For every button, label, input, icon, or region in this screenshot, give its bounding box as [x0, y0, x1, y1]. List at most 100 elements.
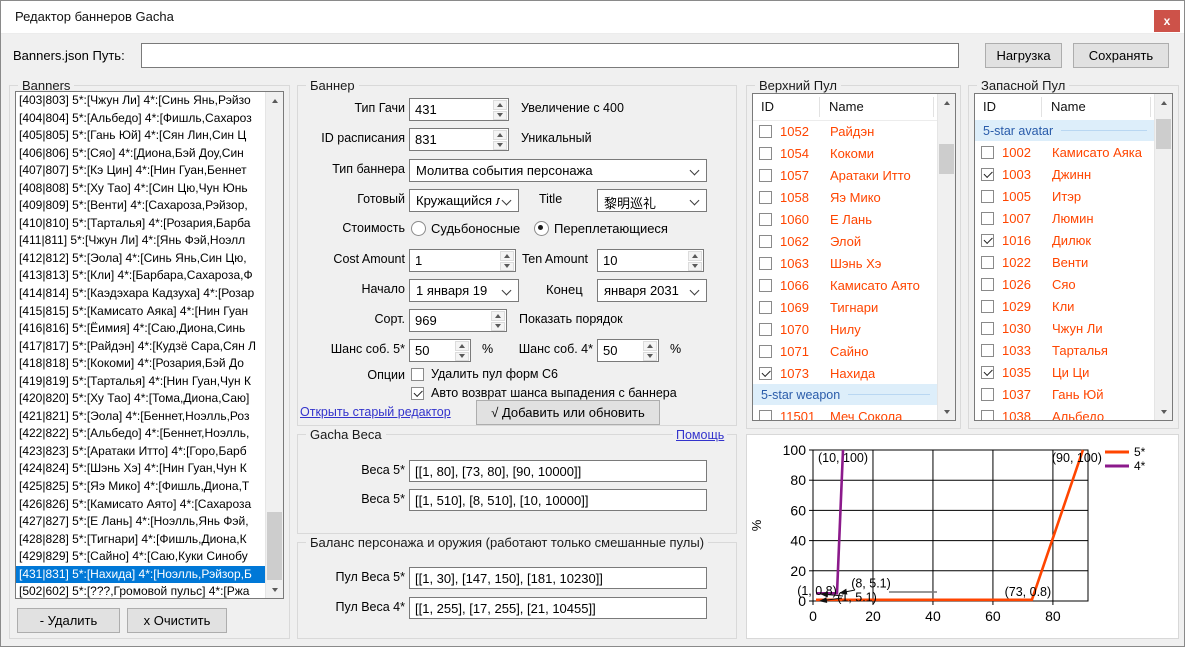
row-checkbox[interactable] [759, 345, 772, 358]
banner-list-item[interactable]: [424|824] 5*:[Шэнь Хэ] 4*:[Нин Гуан,Чун … [16, 460, 266, 478]
banner-list-item[interactable]: [403|803] 5*:[Чжун Ли] 4*:[Синь Янь,Рэйз… [16, 92, 266, 110]
pool-weights5-input[interactable] [409, 567, 707, 589]
pool-row[interactable]: 1002Камисато Аяка [975, 141, 1155, 163]
banner-list-item[interactable]: [415|815] 5*:[Камисато Аяка] 4*:[Нин Гуа… [16, 303, 266, 321]
pool-row[interactable]: 1057Аратаки Итто [753, 164, 938, 186]
banner-list-item[interactable]: [426|826] 5*:[Камисато Аято] 4*:[Сахароз… [16, 496, 266, 514]
column-id[interactable]: ID [761, 99, 774, 114]
row-checkbox[interactable] [981, 300, 994, 313]
prefab-combo[interactable]: Кружащийся л [409, 189, 519, 212]
pool-row[interactable]: 11501Меч Сокола [753, 405, 938, 420]
chance5-spinner[interactable] [409, 339, 471, 362]
banner-list-item[interactable]: [423|823] 5*:[Аратаки Итто] 4*:[Горо,Бар… [16, 443, 266, 461]
pool-row[interactable]: 1035Ци Ци [975, 361, 1155, 383]
spin-down-icon[interactable] [688, 262, 702, 272]
delete-banner-button[interactable]: - Удалить [17, 608, 120, 633]
row-checkbox[interactable] [759, 367, 772, 380]
row-checkbox[interactable] [981, 256, 994, 269]
banner-list-item[interactable]: [502|602] 5*:[???,Громовой пульс] 4*:[Рж… [16, 583, 266, 598]
help-link[interactable]: Помощь [673, 428, 727, 442]
scroll-thumb[interactable] [1156, 119, 1171, 149]
column-name[interactable]: Name [829, 99, 864, 114]
chance4-spinner[interactable] [597, 339, 659, 362]
column-id[interactable]: ID [983, 99, 996, 114]
banner-list-item[interactable]: [429|829] 5*:[Сайно] 4*:[Саю,Куки Синобу [16, 548, 266, 566]
gacha-type-spinner[interactable] [409, 98, 509, 121]
banner-list-item[interactable]: [428|828] 5*:[Тигнари] 4*:[Фишль,Диона,К [16, 531, 266, 549]
clear-banners-button[interactable]: x Очистить [127, 608, 227, 633]
row-checkbox[interactable] [981, 278, 994, 291]
column-name[interactable]: Name [1051, 99, 1086, 114]
pool-row[interactable]: 1029Кли [975, 295, 1155, 317]
banner-list-item[interactable]: [417|817] 5*:[Райдэн] 4*:[Кудзё Сара,Сян… [16, 338, 266, 356]
save-button[interactable]: Сохранять [1073, 43, 1169, 68]
cost-amount-spinner[interactable] [409, 249, 516, 272]
reserve-pool-list[interactable]: ID Name 5-star avatar1002Камисато Аяка10… [974, 93, 1173, 421]
banner-list-item[interactable]: [427|827] 5*:[Е Лань] 4*:[Ноэлль,Янь Фэй… [16, 513, 266, 531]
row-checkbox[interactable] [981, 344, 994, 357]
spin-up-icon[interactable] [500, 251, 514, 261]
weights5-input[interactable] [409, 460, 707, 482]
banner-list-item[interactable]: [410|810] 5*:[Тарталья] 4*:[Розария,Барб… [16, 215, 266, 233]
banner-list-item[interactable]: [416|816] 5*:[Ёимия] 4*:[Саю,Диона,Синь [16, 320, 266, 338]
pool-row[interactable]: 1033Тарталья [975, 339, 1155, 361]
spin-down-icon[interactable] [493, 111, 507, 121]
row-checkbox[interactable] [759, 125, 772, 138]
row-checkbox[interactable] [981, 190, 994, 203]
pool-row[interactable]: 1007Люмин [975, 207, 1155, 229]
row-checkbox[interactable] [759, 147, 772, 160]
row-checkbox[interactable] [981, 146, 994, 159]
pool-row[interactable]: 1030Чжун Ли [975, 317, 1155, 339]
banner-list-item[interactable]: [409|809] 5*:[Венти] 4*:[Сахароза,Рэйзор… [16, 197, 266, 215]
schedule-id-spinner[interactable] [409, 128, 509, 151]
scroll-thumb[interactable] [939, 144, 954, 174]
banner-list-item[interactable]: [404|804] 5*:[Альбедо] 4*:[Фишль,Сахароз [16, 110, 266, 128]
row-checkbox[interactable] [759, 410, 772, 421]
pool-row[interactable]: 1054Кокоми [753, 142, 938, 164]
pool-row[interactable]: 1005Итэр [975, 185, 1155, 207]
pool-row[interactable]: 1037Гань Юй [975, 383, 1155, 405]
banner-list-item[interactable]: [425|825] 5*:[Яэ Мико] 4*:[Фишль,Диона,Т [16, 478, 266, 496]
pool-row[interactable]: 1016Дилюк [975, 229, 1155, 251]
spin-up-icon[interactable] [643, 341, 657, 351]
pool-row[interactable]: 1022Венти [975, 251, 1155, 273]
banner-list-item[interactable]: [419|819] 5*:[Тарталья] 4*:[Нин Гуан,Чун… [16, 373, 266, 391]
banner-list-item[interactable]: [422|822] 5*:[Альбедо] 4*:[Беннет,Ноэлль… [16, 425, 266, 443]
spin-down-icon[interactable] [455, 352, 469, 362]
row-checkbox[interactable] [981, 168, 994, 181]
scroll-down-icon[interactable] [1155, 403, 1172, 420]
scroll-down-icon[interactable] [266, 581, 283, 598]
row-checkbox[interactable] [981, 234, 994, 247]
auto-return-chance-checkbox[interactable] [411, 387, 424, 400]
pool-row[interactable]: 1038Альбедо [975, 405, 1155, 420]
row-checkbox[interactable] [759, 169, 772, 182]
start-date-combo[interactable]: 1 января 19 [409, 279, 519, 302]
scroll-up-icon[interactable] [938, 94, 955, 111]
pool-row[interactable]: 1052Райдэн [753, 120, 938, 142]
reserve-pool-scrollbar[interactable] [1154, 94, 1172, 420]
banner-list-item[interactable]: [431|831] 5*:[Нахида] 4*:[Ноэлль,Рэйзор,… [16, 566, 266, 584]
scroll-up-icon[interactable] [266, 92, 283, 109]
load-button[interactable]: Нагрузка [985, 43, 1062, 68]
row-checkbox[interactable] [759, 323, 772, 336]
row-checkbox[interactable] [981, 212, 994, 225]
pool-row[interactable]: 1058Яэ Мико [753, 186, 938, 208]
weights4-input[interactable] [409, 489, 707, 511]
banner-list-item[interactable]: [408|808] 5*:[Ху Тао] 4*:[Син Цю,Чун Юнь [16, 180, 266, 198]
scroll-down-icon[interactable] [938, 403, 955, 420]
title-combo[interactable]: 黎明巡礼 [597, 189, 707, 212]
end-date-combo[interactable]: января 2031 [597, 279, 707, 302]
pool-row[interactable]: 1073Нахида [753, 362, 938, 384]
upper-pool-list[interactable]: ID Name 1052Райдэн1054Кокоми1057Аратаки … [752, 93, 956, 421]
spin-up-icon[interactable] [688, 251, 702, 261]
pool-weights4-input[interactable] [409, 597, 707, 619]
pool-row[interactable]: 1071Сайно [753, 340, 938, 362]
row-checkbox[interactable] [759, 235, 772, 248]
path-input[interactable] [141, 43, 959, 68]
pool-row[interactable]: 1026Сяо [975, 273, 1155, 295]
banner-type-combo[interactable]: Молитва события персонажа [409, 159, 707, 182]
upper-pool-scrollbar[interactable] [937, 94, 955, 420]
scroll-thumb[interactable] [267, 512, 282, 580]
row-checkbox[interactable] [759, 213, 772, 226]
spin-down-icon[interactable] [491, 322, 505, 332]
